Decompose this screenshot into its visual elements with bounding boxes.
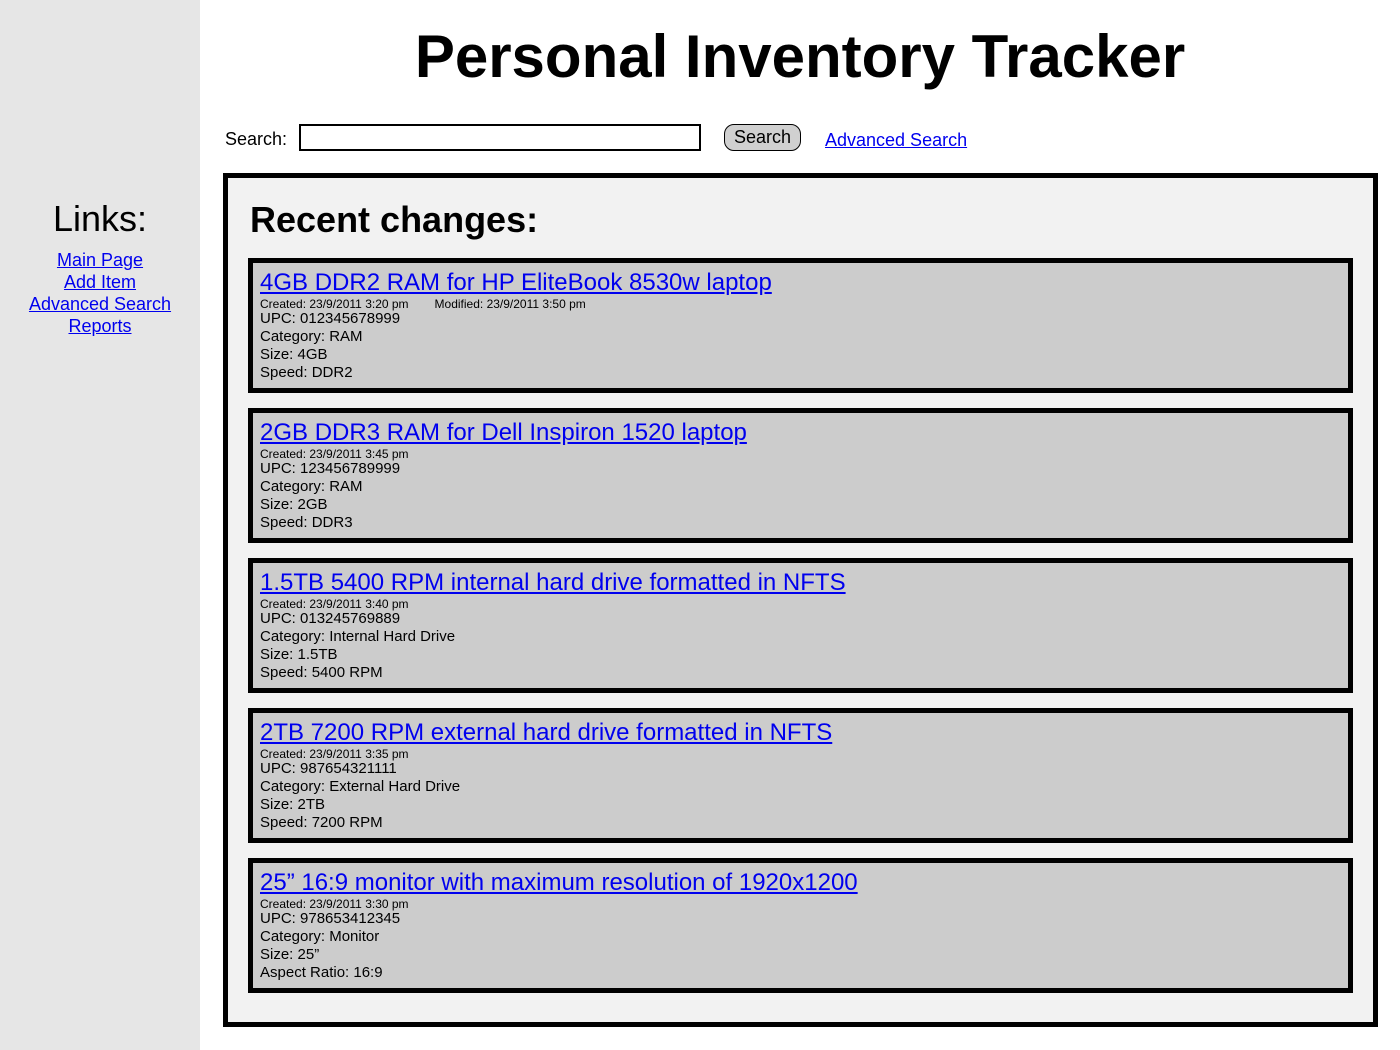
item-title-link[interactable]: 4GB DDR2 RAM for HP EliteBook 8530w lapt…: [260, 268, 1348, 298]
item-aspect-ratio: Aspect Ratio: 16:9: [260, 964, 383, 981]
item-dates: Created: 23/9/2011 3:35 pm: [260, 748, 1348, 760]
item-speed: Speed: 5400 RPM: [260, 664, 383, 681]
item-upc: UPC: 123456789999: [260, 460, 401, 477]
search-input[interactable]: [299, 124, 701, 151]
item-title-link[interactable]: 1.5TB 5400 RPM internal hard drive forma…: [260, 568, 1348, 598]
sidebar-item-reports[interactable]: Reports: [68, 316, 131, 336]
item-created: Created: 23/9/2011 3:40 pm: [260, 597, 409, 611]
item-speed: Speed: DDR3: [260, 514, 353, 531]
sidebar: Links: Main Page Add Item Advanced Searc…: [0, 0, 200, 1050]
search-label: Search:: [225, 129, 288, 149]
item-dates: Created: 23/9/2011 3:30 pm: [260, 898, 1348, 910]
item-category: Category: RAM: [260, 328, 363, 345]
item-dates: Created: 23/9/2011 3:40 pm: [260, 598, 1348, 610]
item-upc: UPC: 987654321111: [260, 760, 397, 777]
recent-changes-panel: Recent changes: 4GB DDR2 RAM for HP Elit…: [223, 173, 1378, 1027]
item-upc: UPC: 013245769889: [260, 610, 401, 627]
item-created: Created: 23/9/2011 3:20 pm: [260, 297, 409, 311]
item-dates: Created: 23/9/2011 3:20 pm Modified: 23/9…: [260, 298, 1348, 310]
item-size: Size: 2TB: [260, 796, 326, 813]
item-card: 2GB DDR3 RAM for Dell Inspiron 1520 lapt…: [248, 408, 1353, 543]
item-card: 4GB DDR2 RAM for HP EliteBook 8530w lapt…: [248, 258, 1353, 393]
search-button[interactable]: Search: [724, 124, 801, 151]
item-speed: Speed: 7200 RPM: [260, 814, 383, 831]
item-size: Size: 1.5TB: [260, 646, 338, 663]
item-category: Category: Internal Hard Drive: [260, 628, 456, 645]
item-title-link[interactable]: 25” 16:9 monitor with maximum resolution…: [260, 868, 1348, 898]
item-upc: UPC: 978653412345: [260, 910, 401, 927]
sidebar-item-main-page[interactable]: Main Page: [57, 250, 143, 270]
item-card: 1.5TB 5400 RPM internal hard drive forma…: [248, 558, 1353, 693]
item-category: Category: Monitor: [260, 928, 380, 945]
recent-changes-heading: Recent changes:: [250, 199, 539, 240]
sidebar-links: Main Page Add Item Advanced Search Repor…: [0, 249, 200, 337]
item-title-link[interactable]: 2TB 7200 RPM external hard drive formatt…: [260, 718, 1348, 748]
item-size: Size: 2GB: [260, 496, 328, 513]
page-title: Personal Inventory Tracker: [414, 23, 1186, 90]
item-modified: Modified: 23/9/2011 3:50 pm: [434, 297, 586, 311]
item-created: Created: 23/9/2011 3:30 pm: [260, 897, 409, 911]
sidebar-heading: Links:: [52, 198, 148, 239]
item-dates: Created: 23/9/2011 3:45 pm: [260, 448, 1348, 460]
item-upc: UPC: 012345678999: [260, 310, 401, 327]
item-size: Size: 25”: [260, 946, 320, 963]
item-category: Category: RAM: [260, 478, 363, 495]
advanced-search-link[interactable]: Advanced Search: [825, 129, 967, 151]
item-speed: Speed: DDR2: [260, 364, 353, 381]
sidebar-item-add-item[interactable]: Add Item: [64, 272, 136, 292]
item-title-link[interactable]: 2GB DDR3 RAM for Dell Inspiron 1520 lapt…: [260, 418, 1348, 448]
item-card: 25” 16:9 monitor with maximum resolution…: [248, 858, 1353, 993]
item-category: Category: External Hard Drive: [260, 778, 461, 795]
item-created: Created: 23/9/2011 3:35 pm: [260, 747, 409, 761]
sidebar-item-advanced-search[interactable]: Advanced Search: [29, 294, 171, 314]
item-size: Size: 4GB: [260, 346, 328, 363]
item-created: Created: 23/9/2011 3:45 pm: [260, 447, 409, 461]
item-card: 2TB 7200 RPM external hard drive formatt…: [248, 708, 1353, 843]
